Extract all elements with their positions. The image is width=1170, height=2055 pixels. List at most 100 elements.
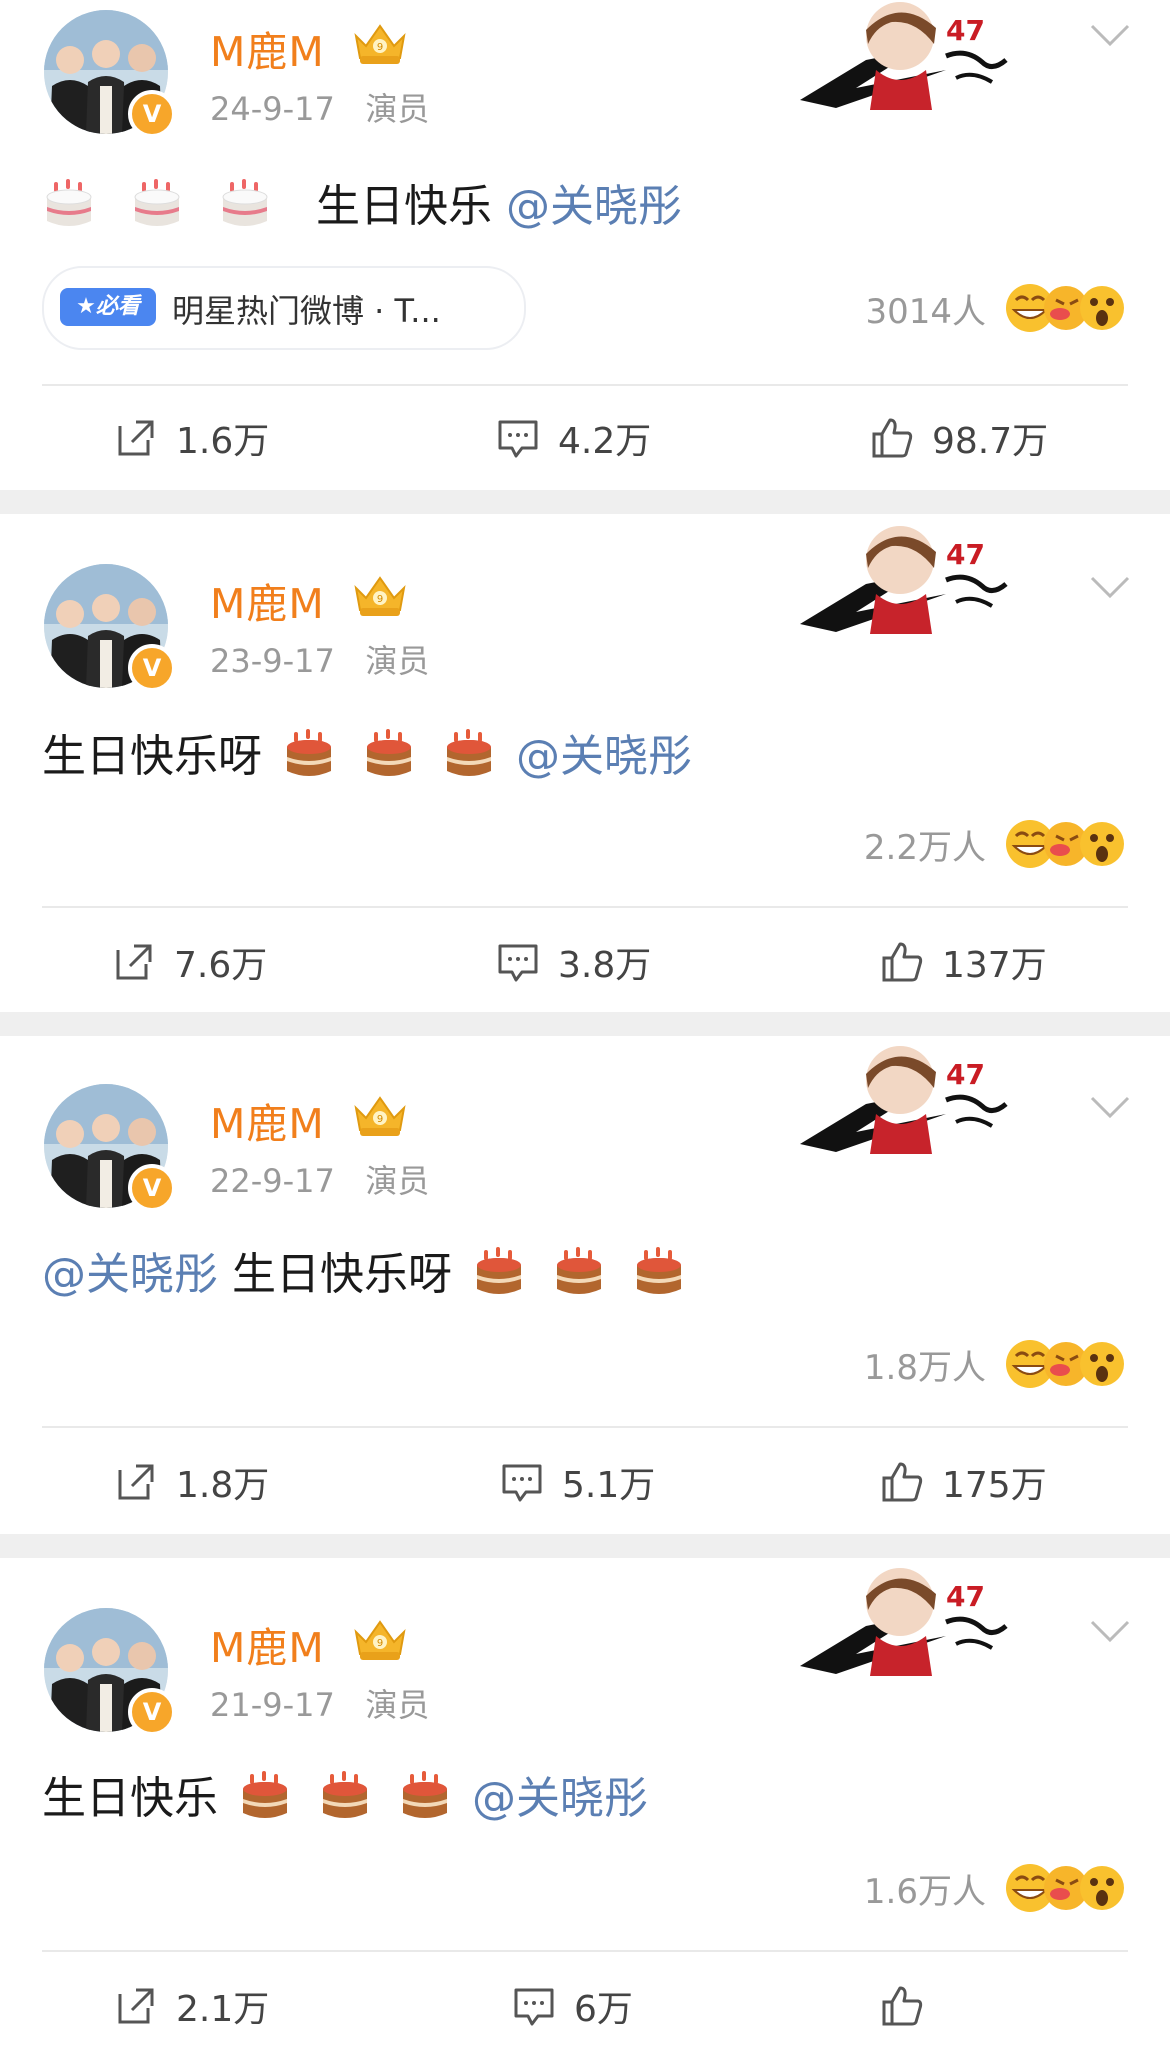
like-button[interactable]: 175万 <box>880 1454 1047 1510</box>
birthday-cake-icon <box>218 177 272 231</box>
divider <box>42 1950 1128 1952</box>
post-content: 生日快乐呀 @关晓彤 <box>42 720 692 784</box>
author-name[interactable]: M鹿M <box>210 1090 325 1150</box>
mention-link[interactable]: @关晓彤 <box>42 1249 218 1300</box>
post-date: 22-9-17 <box>210 1162 335 1200</box>
reaction-faces-icon[interactable] <box>1000 1860 1130 1916</box>
comment-button[interactable]: 6万 <box>512 1978 633 2034</box>
weibo-post-4[interactable]: V M鹿M 21-9-17 演员 生日快乐 @关晓彤 1.6万人 2.1万 6万 <box>0 1558 1170 2055</box>
chevron-down-icon[interactable] <box>1088 20 1132 50</box>
like-button[interactable] <box>880 1978 942 2034</box>
comment-count: 4.2万 <box>558 421 652 462</box>
reaction-count[interactable]: 1.6万人 <box>786 1864 986 1913</box>
post-date: 21-9-17 <box>210 1686 335 1724</box>
repost-icon <box>112 940 156 984</box>
divider <box>42 384 1128 386</box>
comment-icon <box>496 940 540 984</box>
reaction-count[interactable]: 1.8万人 <box>786 1340 986 1389</box>
author-role: 演员 <box>365 642 430 680</box>
verified-badge-icon: V <box>128 1164 176 1212</box>
reaction-count[interactable]: 3014人 <box>786 284 986 333</box>
post-meta: 22-9-17 演员 <box>210 1156 429 1202</box>
like-button[interactable]: 98.7万 <box>870 410 1048 466</box>
crown-icon <box>350 1614 410 1662</box>
verified-badge-icon: V <box>128 90 176 138</box>
chevron-down-icon[interactable] <box>1088 1616 1132 1646</box>
mention-link[interactable]: @关晓彤 <box>506 181 682 232</box>
post-meta: 23-9-17 演员 <box>210 636 429 682</box>
comment-count: 6万 <box>574 1989 633 2030</box>
comment-count: 3.8万 <box>558 945 652 986</box>
comment-count: 5.1万 <box>562 1465 656 1506</box>
author-name[interactable]: M鹿M <box>210 1614 325 1674</box>
weibo-post-3[interactable]: V M鹿M 22-9-17 演员 @关晓彤 生日快乐呀 1.8万人 1.8万 5… <box>0 1036 1170 1534</box>
hot-topic-tag[interactable]: ★必看 明星热门微博 · T... <box>42 266 526 350</box>
crown-icon <box>350 18 410 66</box>
like-button[interactable]: 137万 <box>880 934 1047 990</box>
birthday-cake-icon <box>632 1245 686 1299</box>
mention-link[interactable]: @关晓彤 <box>472 1773 648 1824</box>
crown-icon <box>350 570 410 618</box>
reaction-count[interactable]: 2.2万人 <box>786 820 986 869</box>
comment-button[interactable]: 3.8万 <box>496 934 651 990</box>
post-content: @关晓彤 生日快乐呀 <box>42 1238 692 1302</box>
author-name[interactable]: M鹿M <box>210 570 325 630</box>
repost-count: 1.6万 <box>176 421 270 462</box>
divider <box>42 1426 1128 1428</box>
birthday-cake-icon <box>282 727 336 781</box>
post-date: 23-9-17 <box>210 642 335 680</box>
post-content: 生日快乐 @关晓彤 <box>42 1762 648 1826</box>
reaction-faces-icon[interactable] <box>1000 280 1130 336</box>
repost-icon <box>114 1460 158 1504</box>
repost-count: 7.6万 <box>174 945 268 986</box>
repost-count: 1.8万 <box>176 1465 270 1506</box>
content-text: 生日快乐 <box>316 181 492 232</box>
birthday-cake-icon <box>42 177 96 231</box>
crown-icon <box>350 1090 410 1138</box>
repost-button[interactable]: 1.6万 <box>114 410 269 466</box>
hot-topic-text: 明星热门微博 · T... <box>172 292 441 330</box>
post-meta: 21-9-17 演员 <box>210 1680 429 1726</box>
verified-badge-icon: V <box>128 1688 176 1736</box>
comment-button[interactable]: 4.2万 <box>496 410 651 466</box>
post-separator <box>0 1012 1170 1036</box>
repost-count: 2.1万 <box>176 1989 270 2030</box>
reaction-faces-icon[interactable] <box>1000 816 1130 872</box>
comment-icon <box>496 416 540 460</box>
birthday-cake-icon <box>362 727 416 781</box>
author-role: 演员 <box>365 90 430 128</box>
like-icon <box>880 940 924 984</box>
birthday-cake-icon <box>398 1769 452 1823</box>
like-count: 98.7万 <box>932 421 1049 462</box>
fan-card-image <box>796 1044 1016 1154</box>
weibo-post-2[interactable]: V M鹿M 23-9-17 演员 生日快乐呀 @关晓彤 2.2万人 7.6万 3… <box>0 514 1170 1012</box>
comment-button[interactable]: 5.1万 <box>500 1454 655 1510</box>
repost-button[interactable]: 1.8万 <box>114 1454 269 1510</box>
post-content: 生日快乐 @关晓彤 <box>42 170 682 234</box>
content-text: 生日快乐呀 <box>42 731 262 782</box>
post-separator <box>0 1534 1170 1558</box>
author-role: 演员 <box>365 1686 430 1724</box>
chevron-down-icon[interactable] <box>1088 1092 1132 1122</box>
must-see-label: ★必看 <box>60 288 156 326</box>
chevron-down-icon[interactable] <box>1088 572 1132 602</box>
post-date: 24-9-17 <box>210 90 335 128</box>
fan-card-image <box>796 0 1016 110</box>
like-icon <box>870 416 914 460</box>
like-icon <box>880 1984 924 2028</box>
repost-button[interactable]: 2.1万 <box>114 1978 269 2034</box>
author-role: 演员 <box>365 1162 430 1200</box>
like-icon <box>880 1460 924 1504</box>
author-name[interactable]: M鹿M <box>210 18 325 78</box>
fan-card-image <box>796 1566 1016 1676</box>
birthday-cake-icon <box>238 1769 292 1823</box>
weibo-post-1[interactable]: V M鹿M 24-9-17 演员 生日快乐 @关晓彤 ★必看 明星热门微博 · … <box>0 0 1170 490</box>
reaction-faces-icon[interactable] <box>1000 1336 1130 1392</box>
comment-icon <box>512 1984 556 2028</box>
verified-badge-icon: V <box>128 644 176 692</box>
repost-button[interactable]: 7.6万 <box>112 934 267 990</box>
fan-card-image <box>796 524 1016 634</box>
divider <box>42 906 1128 908</box>
mention-link[interactable]: @关晓彤 <box>516 731 692 782</box>
like-count: 137万 <box>942 945 1047 986</box>
